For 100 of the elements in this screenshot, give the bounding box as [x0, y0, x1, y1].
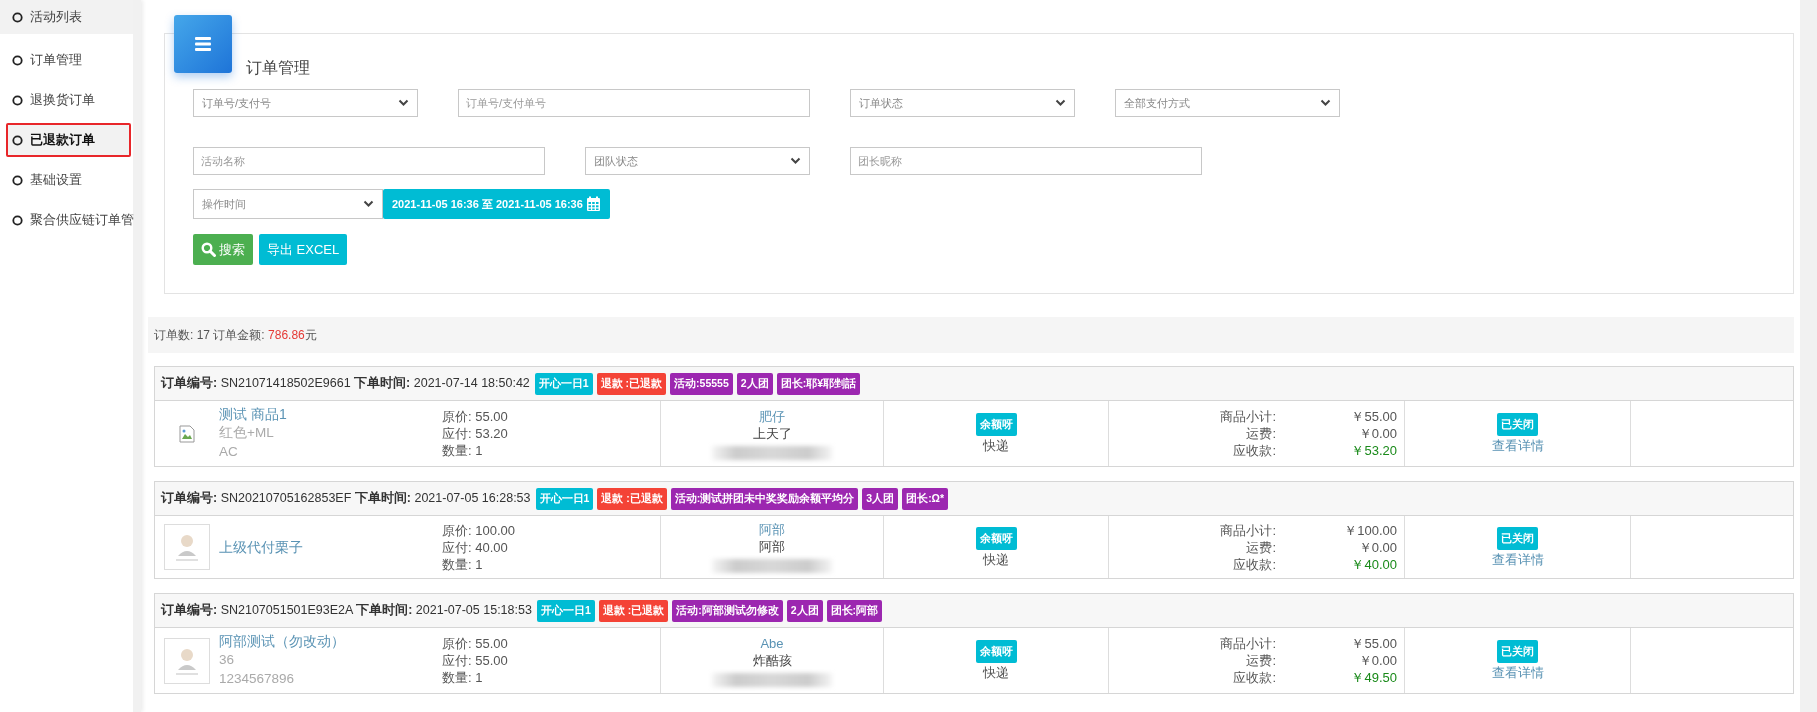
view-details-link[interactable]: 查看详情: [1491, 550, 1544, 568]
order-tag: 2人团: [786, 599, 823, 622]
order-tag: 活动:阿部测试勿修改: [672, 599, 783, 622]
dropdown[interactable]: 全部支付方式: [1115, 89, 1340, 117]
price-line: 应付: 40.00: [442, 538, 509, 556]
dropdown[interactable]: 团队状态: [585, 147, 810, 175]
sidebar-item[interactable]: 基础设置: [0, 160, 133, 200]
total-label: 运费:: [1245, 538, 1276, 556]
sidebar-item[interactable]: 活动列表: [0, 0, 133, 34]
total-value: ￥49.50: [1350, 669, 1397, 686]
export-button[interactable]: 导出 EXCEL: [259, 234, 348, 265]
total-label: 运费:: [1245, 425, 1276, 442]
order-tag: 退款 :已退款: [597, 487, 667, 510]
calendar-icon: [585, 196, 601, 212]
panel-title: 订单管理: [246, 58, 310, 78]
total-label: 商品小计:: [1219, 521, 1276, 539]
product-name[interactable]: 测试 商品1: [219, 406, 287, 423]
product-detail: 1234567896: [219, 670, 296, 688]
price-line: 应付: 55.00: [442, 652, 509, 669]
broken-image-icon: [179, 424, 195, 443]
input-field[interactable]: 团长昵称: [850, 147, 1202, 175]
total-value: ￥0.00: [1357, 425, 1397, 442]
total-value: ￥100.00: [1343, 521, 1397, 539]
product-name[interactable]: 阿部测试（勿改动）: [219, 633, 345, 650]
view-details-link[interactable]: 查看详情: [1491, 437, 1544, 454]
payment-badge: 余额呀: [975, 413, 1017, 436]
total-label: 商品小计:: [1219, 635, 1276, 652]
total-value: ￥55.00: [1350, 635, 1397, 652]
order-tag: 团长:耶¥耶剉話: [776, 372, 860, 395]
circle-icon: [12, 11, 23, 23]
dropdown[interactable]: 订单状态: [850, 89, 1075, 117]
order-summary: 订单数: 17 订单金额: 786.86元: [154, 326, 317, 344]
buyer-nickname: 上天了: [752, 424, 792, 442]
delivery-method: 快递: [983, 437, 1009, 454]
view-details-link[interactable]: 查看详情: [1491, 664, 1544, 681]
total-value: ￥0.00: [1357, 538, 1397, 556]
circle-icon: [12, 214, 23, 226]
buyer-nickname: 阿部: [759, 538, 785, 555]
order-tag: 开心一日1: [534, 372, 593, 395]
buyer-name[interactable]: Abe: [760, 634, 784, 652]
total-value: ￥40.00: [1350, 555, 1397, 573]
dropdown[interactable]: 操作时间: [193, 189, 383, 219]
chevron-down-icon: [1320, 99, 1331, 107]
order-info: 订单编号: SN2107051501E93E2A 下单时间: 2021-07-05 15:18:53: [161, 602, 532, 619]
delivery-method: 快递: [983, 550, 1009, 568]
order-tag: 活动:55555: [670, 372, 733, 395]
total-label: 应收款:: [1232, 442, 1276, 459]
order-tag: 2人团: [736, 372, 773, 395]
total-value: ￥53.20: [1350, 442, 1397, 459]
total-label: 应收款:: [1232, 669, 1276, 686]
circle-icon: [12, 94, 23, 106]
buyer-name[interactable]: 肥仔: [759, 407, 785, 425]
sidebar-item[interactable]: 退换货订单: [0, 80, 133, 120]
order-tag: 3人团: [862, 487, 899, 510]
menu-icon: [174, 15, 232, 73]
sidebar-item[interactable]: 订单管理: [0, 40, 133, 80]
order-tag: 退款 :已退款: [598, 599, 669, 622]
chevron-down-icon: [363, 200, 374, 208]
product-detail: AC: [219, 443, 239, 461]
order-tag: 退款 :已退款: [596, 372, 667, 395]
price-line: 数量: 1: [442, 555, 484, 573]
dropdown[interactable]: 订单号/支付号: [193, 89, 418, 117]
input-field[interactable]: 活动名称: [193, 147, 545, 175]
buyer-nickname: 炸酷孩: [752, 651, 792, 669]
chevron-down-icon: [398, 99, 409, 107]
total-value: ￥0.00: [1357, 652, 1397, 669]
chevron-down-icon: [790, 157, 801, 165]
circle-icon: [12, 174, 23, 186]
order-tag: 活动:测试拼团未中奖奖励余额平均分: [670, 487, 859, 510]
buyer-name[interactable]: 阿部: [759, 521, 785, 538]
order-tag: 团长:Ω*: [902, 487, 949, 510]
date-range-button[interactable]: 2021-11-05 16:36 至 2021-11-05 16:36: [383, 189, 610, 219]
order-tag: 开心一日1: [536, 599, 595, 622]
total-label: 应收款:: [1232, 555, 1276, 573]
order-tag: 开心一日1: [535, 487, 594, 510]
total-value: ￥55.00: [1350, 408, 1397, 425]
price-line: 原价: 55.00: [442, 408, 509, 425]
payment-badge: 余额呀: [975, 640, 1017, 663]
product-detail: 红色+ML: [219, 424, 275, 442]
search-icon: [201, 242, 216, 257]
search-button[interactable]: 搜索: [193, 234, 253, 265]
sidebar-item[interactable]: 已退款订单: [6, 123, 131, 157]
product-name[interactable]: 上级代付栗子: [219, 538, 303, 556]
total-label: 运费:: [1245, 652, 1276, 669]
circle-icon: [12, 54, 23, 66]
status-badge: 已关闭: [1497, 413, 1538, 436]
input-field[interactable]: 订单号/支付单号: [458, 89, 810, 117]
delivery-method: 快递: [983, 664, 1009, 681]
chevron-down-icon: [1055, 99, 1066, 107]
order-tag: 团长:阿部: [826, 599, 882, 622]
order-info: 订单编号: SN20210705162853EF 下单时间: 2021-07-05 16:28:53: [161, 490, 531, 507]
price-line: 数量: 1: [442, 442, 484, 459]
sidebar-item[interactable]: 聚合供应链订单管: [0, 200, 133, 240]
price-line: 数量: 1: [442, 669, 484, 686]
price-line: 应付: 53.20: [442, 425, 509, 442]
status-badge: 已关闭: [1497, 640, 1538, 663]
product-detail: 36: [219, 651, 236, 669]
order-info: 订单编号: SN21071418502E9661 下单时间: 2021-07-14 18:50:42: [161, 375, 530, 392]
circle-icon: [12, 134, 23, 146]
price-line: 原价: 55.00: [442, 635, 509, 652]
